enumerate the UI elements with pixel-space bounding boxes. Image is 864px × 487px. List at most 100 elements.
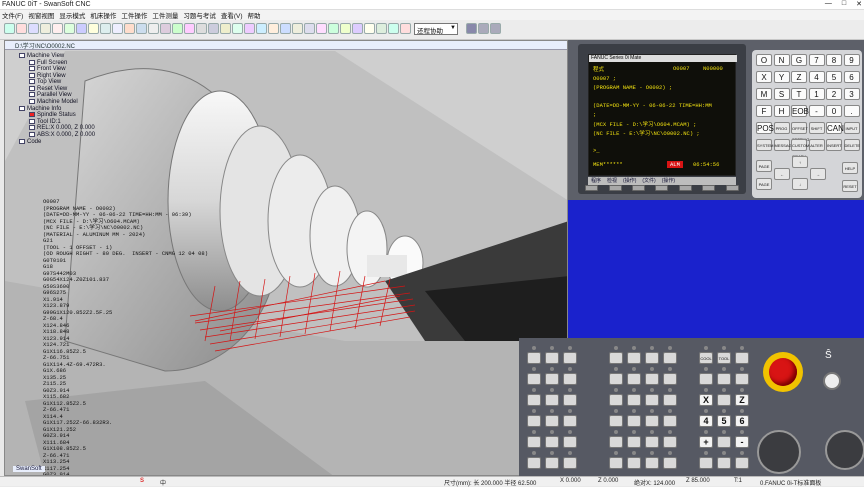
tree-item[interactable]: Right View	[19, 72, 219, 80]
toolbar-button[interactable]	[364, 23, 375, 34]
toolbar-button[interactable]	[172, 23, 183, 34]
panel-key[interactable]	[527, 415, 541, 427]
panel-key[interactable]	[717, 436, 731, 448]
toolbar-button[interactable]	[244, 23, 255, 34]
tree-item[interactable]: ABS:X 0.000, Z 0.000	[19, 131, 219, 139]
softkey[interactable]	[608, 185, 622, 191]
taskbar-app-icon[interactable]: S	[140, 478, 144, 484]
keypad-key[interactable]: INSERT	[826, 139, 842, 151]
tree-item[interactable]: Spindle Status	[19, 112, 219, 119]
panel-key[interactable]	[527, 394, 541, 406]
toolbar-button[interactable]	[376, 23, 387, 34]
keypad-key[interactable]: EOB	[791, 105, 809, 117]
keypad-key[interactable]: INPUT	[843, 122, 860, 134]
softkey[interactable]	[702, 185, 716, 191]
toolbar-button[interactable]	[4, 23, 15, 34]
menu-item[interactable]: 文件(F)	[2, 10, 23, 20]
toolbar-button[interactable]	[268, 23, 279, 34]
keypad-nav-key[interactable]: RESET	[842, 180, 858, 192]
panel-label-key[interactable]: TOOL	[717, 352, 731, 364]
keypad-key[interactable]: OFFSET SETTING	[791, 122, 809, 142]
panel-key[interactable]	[609, 394, 623, 406]
tree-item[interactable]: Tool ID:1	[19, 118, 219, 126]
toolbar-button[interactable]	[28, 23, 39, 34]
keypad-nav-key[interactable]: ↓	[792, 178, 808, 190]
panel-key[interactable]	[527, 436, 541, 448]
panel-key[interactable]	[735, 352, 749, 364]
softkey[interactable]	[585, 185, 599, 191]
panel-axis-key[interactable]: +	[699, 436, 713, 448]
emergency-stop-button[interactable]	[763, 352, 803, 392]
softkey[interactable]	[632, 185, 646, 191]
keypad-nav-key[interactable]: ←	[774, 168, 790, 180]
keypad-key[interactable]: 9	[843, 54, 860, 66]
keypad-key[interactable]: M	[756, 88, 772, 100]
softkey[interactable]	[678, 185, 692, 191]
keypad-nav-key[interactable]: PAGE	[756, 178, 772, 190]
cycle-start-button[interactable]	[466, 23, 477, 34]
panel-key[interactable]	[609, 415, 623, 427]
softkey[interactable]	[655, 185, 669, 191]
keypad-key[interactable]: 4	[808, 71, 825, 83]
panel-axis-key[interactable]: 6	[735, 415, 749, 427]
stop-button[interactable]	[490, 23, 501, 34]
panel-key[interactable]	[527, 457, 541, 469]
keypad-key[interactable]: 1	[808, 88, 825, 100]
toolbar-button[interactable]	[124, 23, 135, 34]
machine-viewport[interactable]: D:\学习\NC\O0002.NC Machine View Full Scree…	[4, 40, 568, 476]
keypad-key[interactable]: 8	[826, 54, 842, 66]
toolbar-button[interactable]	[328, 23, 339, 34]
toolbar-button[interactable]	[400, 23, 411, 34]
panel-key[interactable]	[717, 373, 731, 385]
keypad-key[interactable]: CUSTOM GRAPH	[791, 139, 809, 159]
keypad-key[interactable]: 7	[808, 54, 825, 66]
panel-key[interactable]	[627, 457, 641, 469]
panel-key[interactable]	[545, 394, 559, 406]
keypad-key[interactable]: H	[773, 105, 790, 117]
keypad-key[interactable]: 3	[843, 88, 860, 100]
keypad-key[interactable]: 5	[826, 71, 842, 83]
panel-key[interactable]	[663, 436, 677, 448]
panel-key[interactable]	[563, 373, 577, 385]
toolbar-button[interactable]	[160, 23, 171, 34]
feed-override-dial[interactable]	[757, 430, 801, 474]
panel-key[interactable]	[717, 457, 731, 469]
panel-key[interactable]	[563, 352, 577, 364]
toolbar-button[interactable]	[88, 23, 99, 34]
tree-item[interactable]: Reset View	[19, 85, 219, 93]
mode-select[interactable]: 还程协助 ▼	[414, 23, 458, 35]
keypad-key[interactable]: POS	[756, 122, 774, 134]
keypad-key[interactable]: X	[756, 71, 772, 83]
toolbar-button[interactable]	[184, 23, 195, 34]
minimize-button[interactable]: —	[825, 0, 832, 8]
keypad-key[interactable]: SHIFT	[808, 122, 825, 134]
keypad-nav-key[interactable]: →	[810, 168, 826, 180]
tree-item[interactable]: Machine Info	[19, 105, 219, 113]
toolbar-button[interactable]	[280, 23, 291, 34]
keypad-nav-key[interactable]: HELP	[842, 162, 858, 174]
toolbar-button[interactable]	[292, 23, 303, 34]
keypad-key[interactable]: O	[756, 54, 772, 66]
keypad-nav-key[interactable]: ↑	[792, 156, 808, 168]
panel-key[interactable]	[563, 436, 577, 448]
panel-key[interactable]	[545, 436, 559, 448]
panel-label-key[interactable]: COOL	[699, 352, 713, 364]
tree-item[interactable]: Machine Model	[19, 99, 219, 106]
keypad-key[interactable]: .	[843, 105, 860, 117]
tree-item[interactable]: Full Screen	[19, 59, 219, 67]
keypad-key[interactable]: T	[791, 88, 807, 100]
panel-key[interactable]	[645, 436, 659, 448]
panel-key[interactable]	[663, 394, 677, 406]
keypad-key[interactable]: 0	[826, 105, 842, 117]
panel-key[interactable]	[609, 436, 623, 448]
panel-key[interactable]	[645, 373, 659, 385]
panel-key[interactable]	[663, 352, 677, 364]
panel-key[interactable]	[527, 352, 541, 364]
menu-item[interactable]: 工件测量	[152, 10, 178, 20]
panel-key[interactable]	[627, 394, 641, 406]
toolbar-button[interactable]	[64, 23, 75, 34]
panel-axis-key[interactable]: 4	[699, 415, 713, 427]
panel-key[interactable]	[609, 457, 623, 469]
panel-key[interactable]	[627, 352, 641, 364]
panel-key[interactable]	[717, 394, 731, 406]
